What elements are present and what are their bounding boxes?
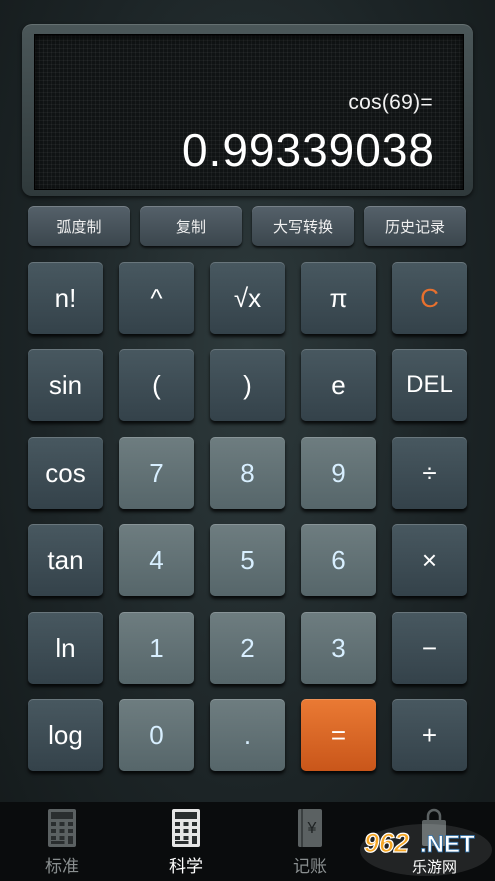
digit-0-key-label: 0 [149,719,164,750]
cos-key[interactable]: cos [28,437,103,509]
tan-key-label: tan [47,544,84,575]
digit-7-key-label: 7 [149,457,164,488]
nav-label-standard: 标准 [45,857,79,876]
plus-key[interactable]: + [392,699,467,771]
nav-item-scientific[interactable]: 科学 [124,802,248,881]
digit-6-key[interactable]: 6 [301,524,376,596]
svg-text:乐游网: 乐游网 [412,859,457,876]
decimal-key[interactable]: . [210,699,285,771]
power-key[interactable]: ^ [119,262,194,334]
delete-key[interactable]: DEL [392,349,467,421]
sin-key-label: sin [48,369,83,400]
watermark-logo: 962 .NET 乐游网 [360,824,492,876]
calculator-icon [48,809,76,847]
multiply-key-label: × [421,544,438,575]
digit-9-key-label: 9 [331,457,346,488]
digit-1-key[interactable]: 1 [119,612,194,684]
delete-key-label: DEL [406,371,453,398]
log-key[interactable]: log [28,699,103,771]
digit-4-key-label: 4 [149,544,164,575]
nav-item-ledger[interactable]: ¥ 记账 [248,802,372,881]
plus-key-label: + [421,719,438,750]
digit-2-key[interactable]: 2 [210,612,285,684]
tan-key[interactable]: tan [28,524,103,596]
digit-3-key-label: 3 [331,632,346,663]
display-screen: cos(69)= 0.99339038 [34,34,464,190]
ln-key[interactable]: ln [28,612,103,684]
power-key-label: ^ [150,282,163,313]
decimal-key-label: . [243,719,252,750]
log-key-label: log [48,719,83,750]
minus-key-label: − [421,632,438,663]
close-paren-key[interactable]: ) [210,349,285,421]
sqrt-key[interactable]: √x [210,262,285,334]
ln-key-label: ln [55,632,76,663]
open-paren-key[interactable]: ( [119,349,194,421]
open-paren-key-label: ( [152,369,161,400]
close-paren-key-label: ) [243,369,252,400]
function-row: 弧度制 复制 大写转换 历史记录 [28,206,468,248]
result-text: 0.99339038 [181,124,435,176]
clear-key-label: C [420,282,439,313]
digit-7-key[interactable]: 7 [119,437,194,509]
sqrt-key-label: √x [233,282,262,313]
radian-mode-button[interactable]: 弧度制 [28,206,130,246]
digit-6-key-label: 6 [331,544,346,575]
svg-text:¥: ¥ [307,820,317,837]
equals-key-label: = [330,719,347,750]
digit-3-key[interactable]: 3 [301,612,376,684]
factorial-key[interactable]: n! [28,262,103,334]
svg-text:962: 962 [364,828,409,858]
digit-0-key[interactable]: 0 [119,699,194,771]
multiply-key[interactable]: × [392,524,467,596]
digit-5-key-label: 5 [240,544,255,575]
digit-5-key[interactable]: 5 [210,524,285,596]
calculator-app: cos(69)= 0.99339038 弧度制 复制 大写转换 历史记录 n! ^… [0,0,495,881]
minus-key[interactable]: − [392,612,467,684]
e-key-label: e [331,369,346,400]
digit-1-key-label: 1 [149,632,164,663]
nav-item-standard[interactable]: 标准 [0,802,124,881]
factorial-key-label: n! [54,282,77,313]
sin-key[interactable]: sin [28,349,103,421]
nav-label-scientific: 科学 [169,857,203,876]
history-button[interactable]: 历史记录 [364,206,466,246]
digit-8-key[interactable]: 8 [210,437,285,509]
digit-4-key[interactable]: 4 [119,524,194,596]
copy-button[interactable]: 复制 [140,206,242,246]
digit-9-key[interactable]: 9 [301,437,376,509]
divide-key[interactable]: ÷ [392,437,467,509]
digit-8-key-label: 8 [240,457,255,488]
cos-key-label: cos [45,457,86,488]
nav-label-ledger: 记账 [293,857,327,876]
equals-key[interactable]: = [301,699,376,771]
calculator-icon [172,809,200,847]
pi-key-label: π [329,282,348,313]
clear-key[interactable]: C [392,262,467,334]
e-key[interactable]: e [301,349,376,421]
expression-text: cos(69)= [348,91,433,114]
digit-2-key-label: 2 [240,632,255,663]
uppercase-convert-button[interactable]: 大写转换 [252,206,354,246]
pi-key[interactable]: π [301,262,376,334]
svg-text:.NET: .NET [420,831,475,858]
divide-key-label: ÷ [422,457,437,488]
ledger-yen-icon: ¥ [298,809,322,847]
